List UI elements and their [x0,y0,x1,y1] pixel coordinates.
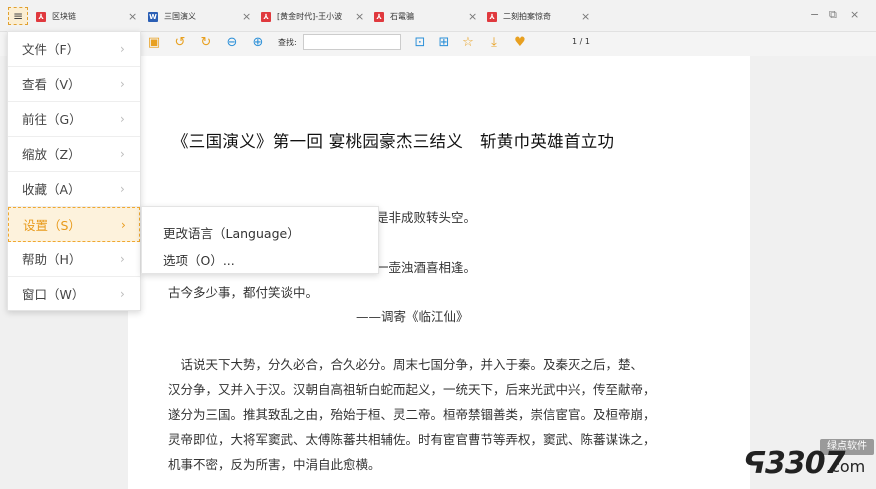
pdf-icon: ⅄ [261,12,271,22]
menu-item-label: 前往（G） [22,112,82,127]
paragraph-line: 遂分为三国。推其致乱之由，殆始于桓、灵二帝。桓帝禁锢善类，崇信宦官。及桓帝崩， [168,407,656,422]
chevron-right-icon: › [120,252,125,266]
chevron-right-icon: › [120,77,125,91]
chevron-right-icon: › [120,287,125,301]
right-gutter [750,56,876,489]
menu-item-label: 查看（V） [22,77,81,92]
restore-icon[interactable]: ⧉ [829,8,837,22]
chevron-right-icon: › [120,112,125,126]
tab-sanguo[interactable]: W 三国演义 × [148,6,254,28]
tab-close-icon[interactable]: × [581,6,590,28]
chevron-right-icon: › [120,42,125,56]
chevron-right-icon: › [121,218,126,232]
tab-label: 三国演义 [164,12,196,21]
tab-close-icon[interactable]: × [242,6,251,28]
vip-icon[interactable]: ♥ [512,35,528,51]
poem-attribution: ——调寄《临江仙》 [356,309,469,324]
main-menu: 文件（F） › 查看（V） › 前往（G） › 缩放（Z） › 收藏（A） › … [7,31,141,311]
download-icon[interactable]: ⤓ [486,35,502,51]
tab-erke[interactable]: ⅄ 二刻拍案惊奇 × [487,6,593,28]
tab-label: 石鼋骗 [390,12,414,21]
chevron-right-icon: › [120,182,125,196]
find-label: 查找: [278,38,297,47]
menu-item-label: 帮助（H） [22,252,82,267]
pdf-icon: ⅄ [487,12,497,22]
document-title: 《三国演义》第一回 宴桃园豪杰三结义 斩黄巾英雄首立功 [172,132,615,151]
menu-item-label: 收藏（A） [22,182,81,197]
tab-close-icon[interactable]: × [355,6,364,28]
menu-item-label: 设置（S） [23,218,81,233]
tab-bar: ≡ ⅄ 区块链 × W 三国演义 × ⅄ [黄金时代]-王小波 × ⅄ 石鼋骗 … [0,0,876,32]
tab-golden-age[interactable]: ⅄ [黄金时代]-王小波 × [261,6,367,28]
fit-page-icon[interactable]: ▣ [146,35,162,51]
close-window-icon[interactable]: × [850,8,859,21]
rotate-right-icon[interactable]: ↻ [198,35,214,51]
menu-item-label: 文件（F） [22,42,80,57]
page-indicator: 1 / 1 [572,37,590,46]
watermark-domain: .com [826,457,866,476]
poem-line: 一壶浊酒喜相逢。 [376,260,477,275]
prev-page-icon[interactable]: ⊡ [412,35,428,51]
pdf-icon: ⅄ [374,12,384,22]
menu-item-view[interactable]: 查看（V） › [8,67,140,102]
menu-item-zoom[interactable]: 缩放（Z） › [8,137,140,172]
submenu-item-language[interactable]: 更改语言（Language） [163,223,300,242]
tab-blockchain[interactable]: ⅄ 区块链 × [36,6,140,28]
word-icon: W [148,12,158,22]
menu-item-settings[interactable]: 设置（S） › [8,207,140,242]
menu-item-label: 缩放（Z） [22,147,81,162]
tab-close-icon[interactable]: × [128,6,137,28]
toolbar: ▣ ↺ ↻ ⊖ ⊕ 查找: ⊡ ⊞ ☆ ⤓ ♥ 1 / 1 [140,32,876,56]
tab-label: 二刻拍案惊奇 [503,12,551,21]
menu-item-goto[interactable]: 前往（G） › [8,102,140,137]
paragraph-line: 机事不密，反为所害，中涓自此愈横。 [168,457,381,472]
menu-item-favorites[interactable]: 收藏（A） › [8,172,140,207]
find-input[interactable] [303,34,401,50]
tab-shiyuan[interactable]: ⅄ 石鼋骗 × [374,6,480,28]
zoom-in-icon[interactable]: ⊕ [250,35,266,51]
tab-close-icon[interactable]: × [468,6,477,28]
settings-submenu: 更改语言（Language） 选项（O）... [141,206,379,274]
hamburger-menu-icon[interactable]: ≡ [8,7,28,25]
rotate-left-icon[interactable]: ↺ [172,35,188,51]
paragraph-line: 灵帝即位，大将军窦武、太傅陈蕃共相辅佐。时有宦官曹节等弄权，窦武、陈蕃谋诛之， [168,432,656,447]
menu-item-file[interactable]: 文件（F） › [8,32,140,67]
tab-label: [黄金时代]-王小波 [277,12,343,21]
paragraph-line: 汉分争，又并入于汉。汉朝自高祖斩白蛇而起义，一统天下，后来光武中兴，传至献帝， [168,382,656,397]
next-page-icon[interactable]: ⊞ [436,35,452,51]
star-icon[interactable]: ☆ [460,35,476,51]
menu-item-label: 窗口（W） [22,287,85,302]
poem-line: 古今多少事，都付笑谈中。 [168,285,319,300]
menu-item-window[interactable]: 窗口（W） › [8,277,140,312]
zoom-out-icon[interactable]: ⊖ [224,35,240,51]
chevron-right-icon: › [120,147,125,161]
submenu-item-options[interactable]: 选项（O）... [163,250,235,269]
pdf-icon: ⅄ [36,12,46,22]
paragraph-line: 话说天下大势，分久必合，合久必分。周末七国分争，并入于秦。及秦灭之后，楚、 [168,357,644,372]
poem-line: 是非成败转头空。 [376,210,477,225]
tab-label: 区块链 [52,12,76,21]
minimize-icon[interactable]: − [810,8,819,21]
menu-item-help[interactable]: 帮助（H） › [8,242,140,277]
